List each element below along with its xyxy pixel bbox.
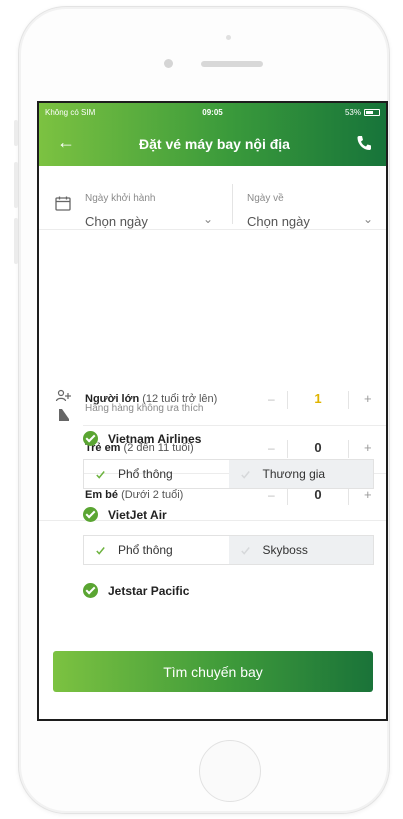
divider (83, 425, 386, 426)
divider (287, 391, 288, 409)
check-circle-icon (83, 431, 98, 446)
airline-name: VietJet Air (108, 507, 167, 522)
preferred-airlines-heading: Hãng hàng không ưa thích (85, 403, 204, 414)
sensor-dot (226, 35, 231, 40)
checkmark-icon (240, 468, 250, 479)
date-section: Ngày khởi hành Chọn ngày ⌄ Ngày về Chọn … (39, 166, 386, 230)
battery-icon (364, 109, 380, 116)
passenger-count: 0 (314, 440, 322, 455)
checkmark-icon (96, 468, 105, 479)
passenger-row-adult: Người lớn (12 tuổi trở lên) – 1 + (39, 379, 386, 425)
increment-button[interactable]: + (364, 440, 372, 455)
passenger-age-range: (Dưới 2 tuổi) (118, 489, 184, 501)
divider (348, 440, 349, 458)
search-flights-button[interactable]: Tìm chuyến bay (53, 651, 373, 692)
page-title: Đặt vé máy bay nội địa (139, 136, 290, 152)
increment-button[interactable]: + (364, 391, 372, 406)
date-divider (232, 184, 233, 224)
check-circle-icon (83, 583, 98, 598)
chevron-down-icon: ⌄ (203, 212, 214, 226)
divider (348, 391, 349, 409)
fare-class-label: Phổ thông (118, 467, 173, 481)
volume-down-button (14, 218, 18, 264)
mute-switch (14, 120, 18, 146)
fare-class-label: Phổ thông (118, 543, 173, 557)
fare-class-skyboss[interactable]: Skyboss (228, 536, 373, 564)
fare-class-toggle: Phổ thông Skyboss (83, 535, 374, 565)
fare-class-label: Thương gia (262, 467, 326, 481)
fare-class-toggle: Phổ thông Thương gia (83, 459, 374, 489)
arrow-left-icon[interactable]: ← (57, 133, 75, 151)
quantity-stepper: – 1 + (260, 385, 380, 415)
front-camera (164, 59, 173, 68)
title-bar: ← Đặt vé máy bay nội địa (39, 122, 386, 166)
divider (287, 487, 288, 505)
depart-date-picker[interactable]: Ngày khởi hành Chọn ngày ⌄ (85, 166, 225, 230)
return-date-value: Chọn ngày (247, 214, 310, 229)
divider (348, 487, 349, 505)
airplane-tail-icon (57, 408, 71, 422)
passenger-count: 1 (314, 391, 322, 406)
calendar-icon (55, 196, 71, 211)
people-icon (55, 389, 73, 405)
airline-vietnam-airlines[interactable]: Vietnam Airlines (83, 431, 201, 446)
decrement-button[interactable]: – (268, 392, 275, 406)
app-screen: Không có SIM 09:05 53% ← Đặt vé máy bay … (37, 101, 388, 721)
decrement-button[interactable]: – (268, 488, 275, 502)
fare-class-business[interactable]: Thương gia (228, 460, 373, 488)
passenger-type: Em bé (85, 489, 119, 501)
checkmark-icon (240, 544, 250, 555)
earpiece-speaker (201, 61, 263, 67)
depart-date-label: Ngày khởi hành (85, 193, 156, 204)
volume-up-button (14, 162, 18, 208)
depart-date-value: Chọn ngày (85, 214, 148, 229)
airline-name: Jetstar Pacific (108, 583, 190, 598)
fare-class-economy[interactable]: Phổ thông (84, 536, 229, 564)
return-date-picker[interactable]: Ngày về Chọn ngày ⌄ (247, 166, 386, 230)
fare-class-economy[interactable]: Phổ thông (84, 460, 229, 488)
check-circle-icon (83, 507, 98, 522)
clock: 09:05 (202, 108, 223, 117)
phone-icon[interactable] (354, 133, 374, 153)
home-button[interactable] (199, 740, 261, 802)
status-bar: Không có SIM 09:05 53% (39, 103, 386, 122)
fare-class-label: Skyboss (262, 543, 308, 557)
airline-jetstar-pacific[interactable]: Jetstar Pacific (83, 583, 189, 598)
passenger-count: 0 (314, 487, 322, 502)
increment-button[interactable]: + (364, 487, 372, 502)
divider (287, 440, 288, 458)
airline-vietjet-air[interactable]: VietJet Air (83, 507, 167, 522)
return-date-label: Ngày về (247, 193, 284, 204)
app-header: Không có SIM 09:05 53% ← Đặt vé máy bay … (39, 103, 386, 166)
chevron-down-icon: ⌄ (363, 212, 374, 226)
passenger-label: Em bé (Dưới 2 tuổi) (85, 489, 183, 501)
checkmark-icon (96, 544, 105, 555)
decrement-button[interactable]: – (268, 441, 275, 455)
airline-name: Vietnam Airlines (108, 431, 202, 446)
